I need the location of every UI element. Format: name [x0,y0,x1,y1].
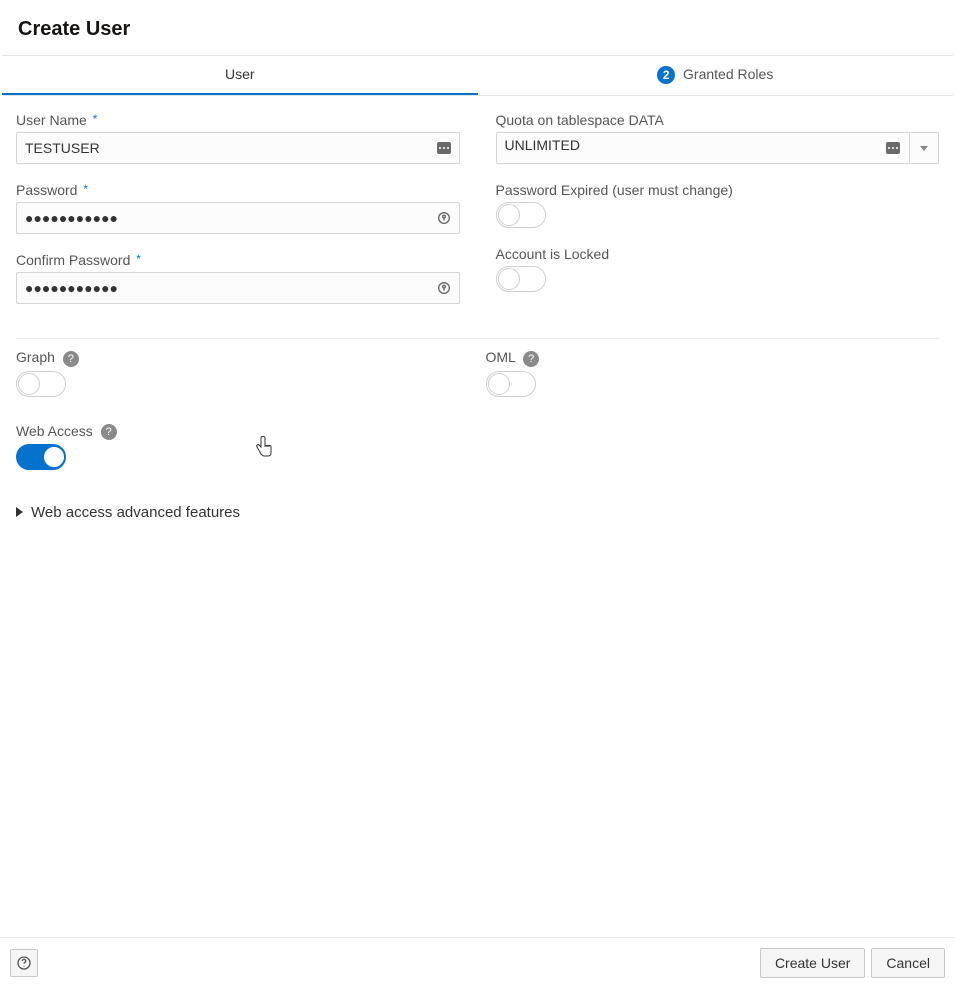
left-column: User Name * Password * [8,112,468,322]
password-expired-label: Password Expired (user must change) [496,182,940,198]
graph-label: Graph ? [16,349,470,366]
required-marker: * [83,182,88,196]
username-label: User Name * [16,112,460,128]
graph-toggle[interactable] [16,371,66,397]
features-row: Graph ? OML ? [0,339,955,412]
dialog-title: Create User [0,0,955,55]
footer-help-button[interactable] [10,949,38,977]
create-user-button[interactable]: Create User [760,948,865,978]
oml-label: OML ? [486,349,940,366]
tab-user[interactable]: User [2,56,478,95]
web-access-label-text: Web Access [16,423,93,439]
quota-label: Quota on tablespace DATA [496,112,940,128]
help-icon[interactable]: ? [101,424,117,440]
confirm-password-label-text: Confirm Password [16,252,130,268]
password-expired-toggle[interactable] [496,202,546,228]
password-input[interactable] [16,202,460,234]
advanced-features-label: Web access advanced features [31,504,240,521]
chevron-down-icon [920,146,928,151]
confirm-password-label: Confirm Password * [16,252,460,268]
triangle-right-icon [16,507,23,517]
quota-select[interactable]: UNLIMITED [496,132,910,164]
generate-password-icon[interactable] [434,278,454,298]
footer: Create User Cancel [0,937,955,988]
web-access-toggle[interactable] [16,444,66,470]
tab-granted-roles-label: Granted Roles [683,66,773,82]
ellipsis-icon[interactable] [434,138,454,158]
tab-user-label: User [225,66,255,82]
web-access-label: Web Access ? [16,423,470,440]
right-column: Quota on tablespace DATA UNLIMITED Passw… [488,112,948,322]
account-locked-toggle[interactable] [496,266,546,292]
tabs-bar: User 2 Granted Roles [2,55,953,96]
quota-value: UNLIMITED [505,137,580,153]
web-access-row: Web Access ? [0,413,955,486]
tab-granted-roles[interactable]: 2 Granted Roles [478,56,954,95]
username-input[interactable] [16,132,460,164]
cancel-button[interactable]: Cancel [871,948,945,978]
oml-toggle[interactable] [486,371,536,397]
account-locked-label: Account is Locked [496,246,940,262]
password-label-text: Password [16,182,77,198]
help-icon[interactable]: ? [63,351,79,367]
required-marker: * [136,252,141,266]
tab-granted-roles-badge: 2 [657,66,675,84]
required-marker: * [93,112,98,126]
username-label-text: User Name [16,112,87,128]
confirm-password-input[interactable] [16,272,460,304]
help-icon[interactable]: ? [523,351,539,367]
graph-label-text: Graph [16,349,55,365]
generate-password-icon[interactable] [434,208,454,228]
quota-dropdown-button[interactable] [909,132,939,164]
ellipsis-icon[interactable] [883,138,903,158]
advanced-features-expander[interactable]: Web access advanced features [0,486,955,521]
form-body: User Name * Password * [0,96,955,338]
oml-label-text: OML [486,349,516,365]
password-label: Password * [16,182,460,198]
